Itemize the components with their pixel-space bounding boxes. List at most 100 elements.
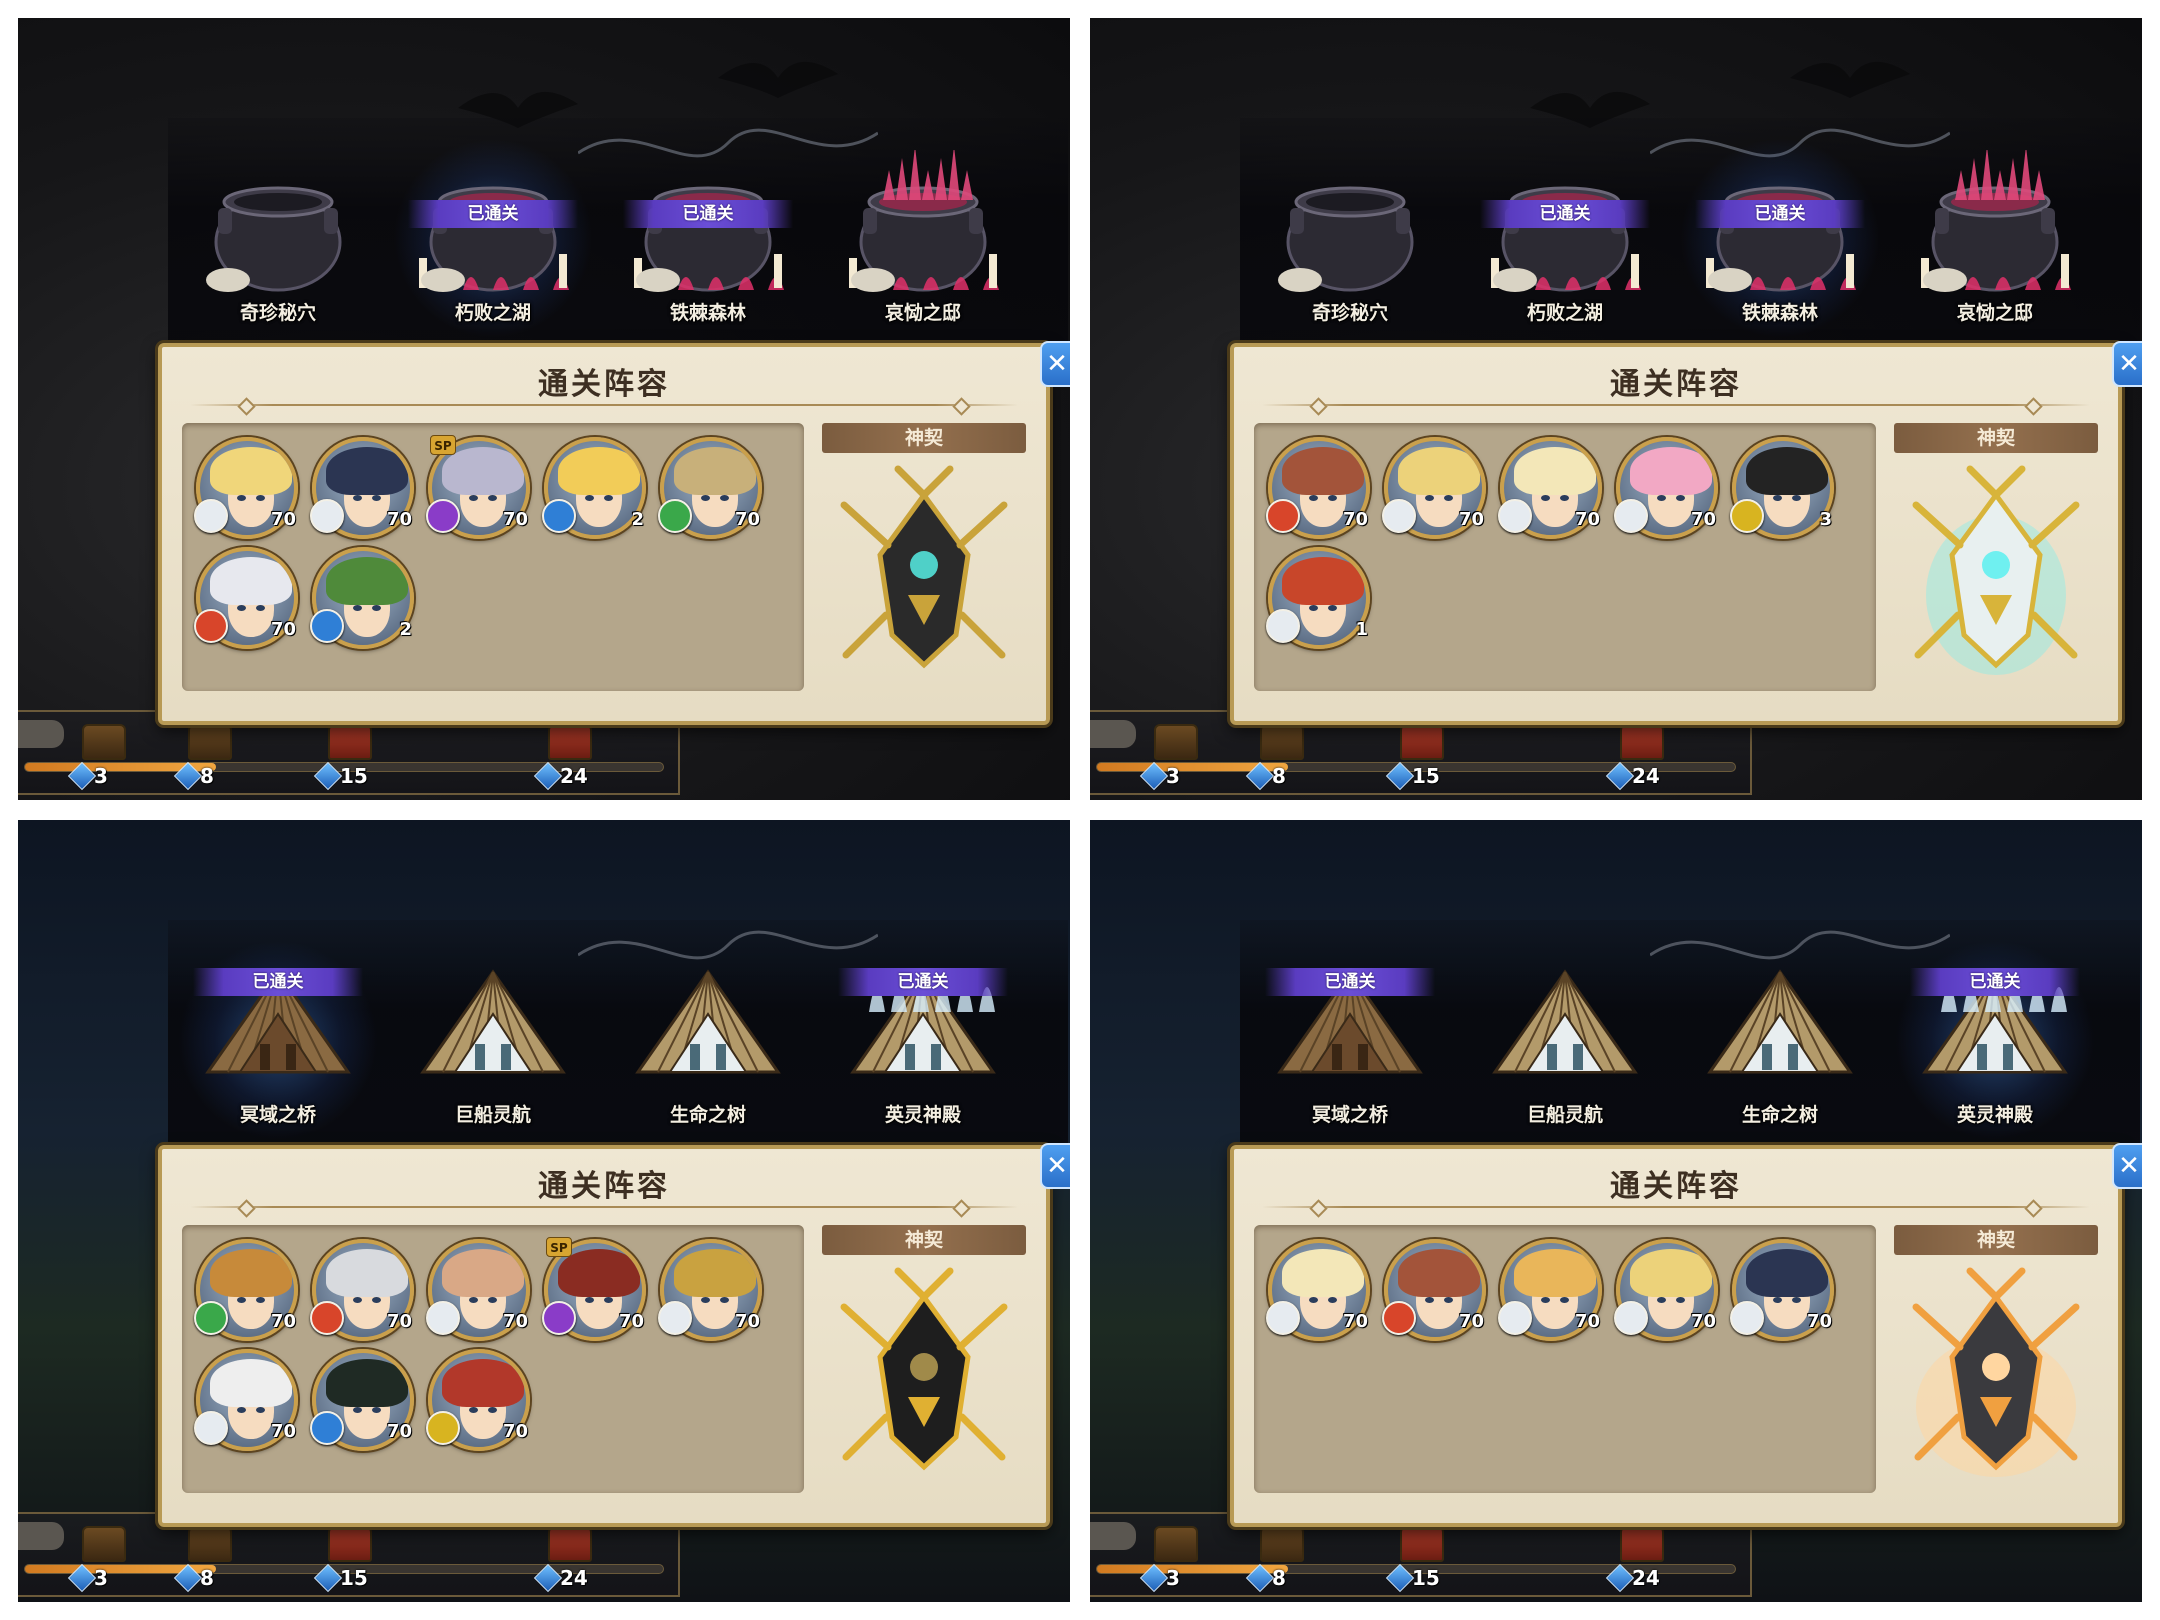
hero-portrait[interactable]: 70 <box>1266 1239 1370 1341</box>
milestone-1[interactable]: 3 <box>1139 724 1204 794</box>
hero-portrait[interactable]: 70 <box>1730 1239 1834 1341</box>
milestone-1[interactable]: 3 <box>1139 1526 1204 1596</box>
close-button[interactable]: ✕ <box>2112 1143 2142 1189</box>
close-button[interactable]: ✕ <box>2112 341 2142 387</box>
stage-1[interactable]: 已通关 冥域之桥 <box>1250 940 1450 1140</box>
hero-eye <box>720 1297 729 1303</box>
hero-eye <box>1309 495 1318 501</box>
stage-1[interactable]: 已通关 冥域之桥 <box>178 940 378 1140</box>
stage-3[interactable]: 已通关 铁棘森林 <box>608 138 808 338</box>
milestone-3[interactable]: 15 <box>313 724 378 794</box>
hero-portrait[interactable]: SP 70 <box>542 1237 646 1341</box>
hero-roster: 70 70 70 SP 70 70 70 70 70 <box>182 1225 804 1493</box>
stage-3[interactable]: 生命之树 <box>608 940 808 1140</box>
milestone-2[interactable]: 8 <box>1245 1526 1310 1596</box>
stage-2[interactable]: 巨船灵航 <box>1465 940 1665 1140</box>
hero-hair <box>1746 447 1828 495</box>
hero-portrait[interactable]: 2 <box>310 547 414 649</box>
hero-portrait[interactable]: 70 <box>194 547 298 649</box>
hero-eye <box>353 1407 362 1413</box>
hero-portrait[interactable]: 70 <box>658 437 762 539</box>
hero-portrait[interactable]: 70 <box>194 1239 298 1341</box>
stage-1[interactable]: 奇珍秘穴 <box>1250 138 1450 338</box>
screen-1: 奇珍秘穴 已通关 朽败之湖 已通关 铁棘森林 哀恸之邸 3 8 15 24 通关阵容 ✕ 70 70 SP 7… <box>18 18 1070 800</box>
hero-portrait[interactable]: 70 <box>1266 437 1370 539</box>
hero-portrait[interactable]: 2 <box>542 437 646 539</box>
stage-4[interactable]: 已通关 英灵神殿 <box>823 940 1023 1140</box>
milestone-3[interactable]: 15 <box>313 1526 378 1596</box>
hero-portrait[interactable]: 3 <box>1730 437 1834 539</box>
hero-level: 2 <box>631 509 644 530</box>
hero-portrait[interactable]: 70 <box>426 1239 530 1341</box>
hero-portrait[interactable]: 70 <box>1382 437 1486 539</box>
treasure-chest-icon <box>1620 1526 1664 1562</box>
milestone-1[interactable]: 3 <box>67 1526 132 1596</box>
close-button[interactable]: ✕ <box>1040 1143 1070 1189</box>
stage-2[interactable]: 已通关 朽败之湖 <box>1465 138 1665 338</box>
thunder-element-icon <box>426 1411 460 1445</box>
hero-hair <box>1746 1249 1828 1297</box>
hero-portrait[interactable]: 70 <box>1498 1239 1602 1341</box>
hero-portrait[interactable]: 1 <box>1266 547 1370 649</box>
milestone-2[interactable]: 8 <box>173 1526 238 1596</box>
stage-name: 奇珍秘穴 <box>1311 302 1388 324</box>
title-divider <box>190 404 1018 406</box>
hero-portrait[interactable]: 70 <box>194 437 298 539</box>
sp-badge: SP <box>430 435 456 455</box>
milestone-4[interactable]: 24 <box>533 1526 598 1596</box>
stage-4[interactable]: 哀恸之邸 <box>1895 138 2095 338</box>
stage-4[interactable]: 已通关 英灵神殿 <box>1895 940 2095 1140</box>
milestone-2[interactable]: 8 <box>173 724 238 794</box>
stage-name: 哀恸之邸 <box>884 302 961 324</box>
hero-portrait[interactable]: 70 <box>658 1239 762 1341</box>
hero-portrait[interactable]: SP 70 <box>426 435 530 539</box>
pact-beast-illustration <box>1912 465 2080 675</box>
hero-portrait[interactable]: 70 <box>1498 437 1602 539</box>
stage-1[interactable]: 奇珍秘穴 <box>178 138 378 338</box>
hero-eye <box>1444 495 1453 501</box>
stage-3[interactable]: 已通关 铁棘森林 <box>1680 138 1880 338</box>
milestone-count: 8 <box>200 764 214 788</box>
hero-eye <box>701 495 710 501</box>
panel-title: 通关阵容 <box>1610 1169 1742 1204</box>
hero-level: 70 <box>270 1421 296 1442</box>
hero-portrait[interactable]: 70 <box>1382 1239 1486 1341</box>
stage-3[interactable]: 生命之树 <box>1680 940 1880 1140</box>
title-divider <box>1262 1206 2090 1208</box>
milestone-1[interactable]: 3 <box>67 724 132 794</box>
milestone-4[interactable]: 24 <box>1605 1526 1670 1596</box>
stage-2[interactable]: 已通关 朽败之湖 <box>393 138 593 338</box>
treasure-chest-icon <box>1400 724 1444 760</box>
milestone-2[interactable]: 8 <box>1245 724 1310 794</box>
stage-name: 冥域之桥 <box>1311 1104 1388 1126</box>
hero-portrait[interactable]: 70 <box>1614 1239 1718 1341</box>
light-element-icon <box>1498 1301 1532 1335</box>
hero-portrait[interactable]: 70 <box>194 1349 298 1451</box>
hero-eye <box>372 1297 381 1303</box>
milestone-4[interactable]: 24 <box>1605 724 1670 794</box>
hero-portrait[interactable]: 70 <box>426 1349 530 1451</box>
close-button[interactable]: ✕ <box>1040 341 1070 387</box>
hero-portrait[interactable]: 70 <box>310 1239 414 1341</box>
crystal-icon <box>173 761 203 791</box>
cleared-ribbon: 已通关 <box>1695 200 1865 228</box>
milestone-count: 8 <box>1272 764 1286 788</box>
hero-portrait[interactable]: 70 <box>310 1349 414 1451</box>
light-element-icon <box>310 499 344 533</box>
stage-2[interactable]: 巨船灵航 <box>393 940 593 1140</box>
clear-lineup-panel: 通关阵容 ✕ 70 70 70 70 3 1 神契 <box>1230 341 2142 725</box>
hero-portrait[interactable]: 70 <box>310 437 414 539</box>
milestone-3[interactable]: 15 <box>1385 724 1450 794</box>
crystal-icon <box>1385 1563 1415 1593</box>
hero-portrait[interactable]: 70 <box>1614 437 1718 539</box>
hero-eye <box>372 495 381 501</box>
milestone-3[interactable]: 15 <box>1385 1526 1450 1596</box>
treasure-chest-icon <box>1260 724 1304 760</box>
hero-eye <box>1773 1297 1782 1303</box>
stage-4[interactable]: 哀恸之邸 <box>823 138 1023 338</box>
pact-beast-illustration <box>840 1267 1008 1471</box>
hero-roster: 70 70 70 70 70 <box>1254 1225 1876 1493</box>
hero-eye <box>1560 495 1569 501</box>
hero-level: 70 <box>1806 1311 1832 1332</box>
milestone-4[interactable]: 24 <box>533 724 598 794</box>
